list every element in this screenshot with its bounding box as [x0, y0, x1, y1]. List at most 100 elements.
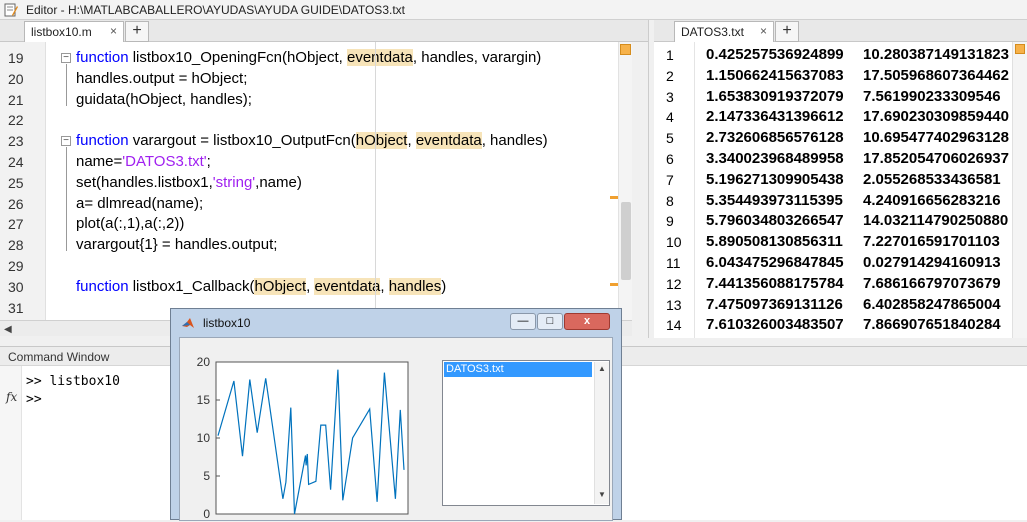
data-x-value[interactable]: 1.653830919372079 — [706, 88, 844, 105]
data-x-value[interactable]: 5.796034803266547 — [706, 212, 844, 229]
command-prompt[interactable]: >> — [26, 392, 42, 407]
code-line[interactable]: function listbox1_Callback(hObject, even… — [76, 277, 446, 295]
fold-guide — [66, 147, 67, 252]
data-x-value[interactable]: 7.475097369131126 — [706, 296, 843, 313]
data-y-value[interactable]: 6.402858247865004 — [863, 296, 1001, 313]
scroll-left-arrow-icon[interactable]: ◀ — [4, 324, 12, 335]
data-x-value[interactable]: 5.354493973115395 — [706, 192, 843, 209]
figure-title: listbox10 — [203, 316, 251, 330]
matlab-logo-icon — [182, 318, 194, 328]
data-line-number: 7 — [666, 171, 674, 188]
editor-title: Editor - H:\MATLABCABALLERO\AYUDAS\AYUDA… — [26, 3, 405, 17]
command-line: >> listbox10 — [26, 374, 120, 389]
maximize-button[interactable]: □ — [537, 313, 563, 330]
code-line[interactable]: varargout{1} = handles.output; — [76, 236, 277, 253]
data-y-value[interactable]: 17.505968607364462 — [863, 67, 1009, 84]
add-tab-button[interactable]: + — [775, 21, 799, 42]
data-file-editor[interactable]: 1 0.425257536924899 10.280387149131823 2 1.1… — [654, 42, 1027, 338]
figure-body: 20 15 10 5 0 DATOS3.txt ▲ ▼ — [179, 337, 613, 521]
data-gutter-line — [694, 42, 695, 338]
plot-axes[interactable]: 20 15 10 5 0 — [180, 338, 430, 522]
scroll-up-arrow-icon[interactable]: ▲ — [598, 364, 606, 373]
data-y-value[interactable]: 10.695477402963128 — [863, 129, 1009, 146]
data-y-value[interactable]: 7.227016591701103 — [863, 233, 1000, 250]
fold-toggle-icon[interactable]: − — [61, 136, 71, 147]
tab-datos3[interactable]: DATOS3.txt × — [674, 21, 774, 42]
data-line-number: 5 — [666, 130, 674, 147]
listbox-scrollbar[interactable]: ▲ ▼ — [594, 362, 609, 504]
editor-app-icon — [4, 3, 18, 17]
analyzer-status-indicator[interactable] — [620, 44, 631, 55]
warning-marker[interactable] — [610, 196, 618, 199]
data-x-value[interactable]: 1.150662415637083 — [706, 67, 844, 84]
data-x-value[interactable]: 2.732606856576128 — [706, 129, 844, 146]
data-y-value[interactable]: 0.027914294160913 — [863, 254, 1001, 271]
scroll-thumb[interactable] — [621, 202, 631, 280]
y-tick-label: 10 — [197, 431, 211, 445]
code-line[interactable]: set(handles.listbox1,'string',name) — [76, 174, 302, 191]
listbox-selected-item[interactable]: DATOS3.txt — [444, 362, 592, 377]
y-tick-label: 0 — [203, 507, 210, 521]
data-x-value[interactable]: 2.147336431396612 — [706, 108, 844, 125]
data-line-number: 12 — [666, 275, 682, 292]
data-line-number: 2 — [666, 67, 674, 84]
data-vertical-scrollbar[interactable] — [1012, 42, 1027, 338]
data-y-value[interactable]: 4.240916656283216 — [863, 192, 1001, 209]
close-tab-icon[interactable]: × — [760, 24, 767, 38]
data-line-number: 10 — [666, 234, 682, 251]
right-margin-line — [375, 42, 376, 320]
code-line[interactable]: handles.output = hObject; — [76, 70, 247, 87]
fx-icon[interactable]: fx — [6, 390, 17, 404]
figure-title-bar[interactable]: listbox10 — □ x — [171, 309, 621, 337]
data-x-value[interactable]: 5.196271309905438 — [706, 171, 844, 188]
code-line[interactable]: function listbox10_OpeningFcn(hObject, e… — [76, 49, 541, 66]
data-x-value[interactable]: 6.043475296847845 — [706, 254, 844, 271]
y-tick-label: 5 — [203, 469, 210, 483]
tab-listbox10[interactable]: listbox10.m × — [24, 21, 124, 42]
data-line-number: 14 — [666, 317, 682, 334]
data-x-value[interactable]: 0.425257536924899 — [706, 46, 844, 63]
data-tab-strip: DATOS3.txt × + — [654, 20, 1027, 42]
data-y-value[interactable]: 2.055268533436581 — [863, 171, 1001, 188]
data-line-number: 8 — [666, 192, 674, 209]
editor-title-bar: Editor - H:\MATLABCABALLERO\AYUDAS\AYUDA… — [0, 0, 1027, 20]
fold-guide — [66, 64, 67, 106]
data-y-value[interactable]: 14.032114790250880 — [863, 212, 1008, 229]
code-line[interactable]: name='DATOS3.txt'; — [76, 153, 211, 170]
data-x-value[interactable]: 3.340023968489958 — [706, 150, 844, 167]
scroll-down-arrow-icon[interactable]: ▼ — [598, 490, 606, 499]
close-window-button[interactable]: x — [564, 313, 610, 330]
data-line-number: 4 — [666, 109, 674, 126]
y-tick-label: 20 — [197, 355, 211, 369]
code-line[interactable]: plot(a(:,1),a(:,2)) — [76, 215, 184, 232]
data-line-number: 3 — [666, 88, 674, 105]
data-y-value[interactable]: 17.852054706026937 — [863, 150, 1009, 167]
add-tab-button[interactable]: + — [125, 21, 149, 42]
code-line[interactable]: guidata(hObject, handles); — [76, 91, 252, 108]
y-tick-label: 15 — [197, 393, 211, 407]
code-line[interactable]: a= dlmread(name); — [76, 195, 203, 212]
tab-label: DATOS3.txt — [681, 25, 744, 39]
listbox[interactable]: DATOS3.txt ▲ ▼ — [442, 360, 610, 506]
close-tab-icon[interactable]: × — [110, 24, 117, 38]
data-y-value[interactable]: 17.690230309859440 — [863, 108, 1009, 125]
editor-vertical-scrollbar[interactable] — [618, 42, 632, 320]
data-y-value[interactable]: 7.686166797073679 — [863, 275, 1001, 292]
data-x-value[interactable]: 5.890508130856311 — [706, 233, 843, 250]
figure-window[interactable]: listbox10 — □ x 20 15 10 5 0 DATOS3.txt ▲ ▼ — [170, 308, 622, 521]
code-line[interactable]: function varargout = listbox10_OutputFcn… — [76, 132, 548, 150]
data-y-value[interactable]: 7.561990233309546 — [863, 88, 1001, 105]
analyzer-status-indicator[interactable] — [1015, 44, 1025, 54]
data-x-value[interactable]: 7.441356088175784 — [706, 275, 844, 292]
data-line-number: 9 — [666, 213, 674, 230]
data-line-number: 1 — [666, 47, 674, 63]
data-y-value[interactable]: 7.866907651840284 — [863, 316, 1001, 333]
fold-toggle-icon[interactable]: − — [61, 53, 71, 63]
data-line-number: 6 — [666, 151, 674, 167]
data-x-value[interactable]: 7.610326003483507 — [706, 316, 844, 333]
command-gutter: fx — [0, 366, 22, 520]
data-y-value[interactable]: 10.280387149131823 — [863, 46, 1009, 63]
warning-marker[interactable] — [610, 283, 618, 286]
data-line-number: 13 — [666, 296, 682, 313]
minimize-button[interactable]: — — [510, 313, 536, 330]
